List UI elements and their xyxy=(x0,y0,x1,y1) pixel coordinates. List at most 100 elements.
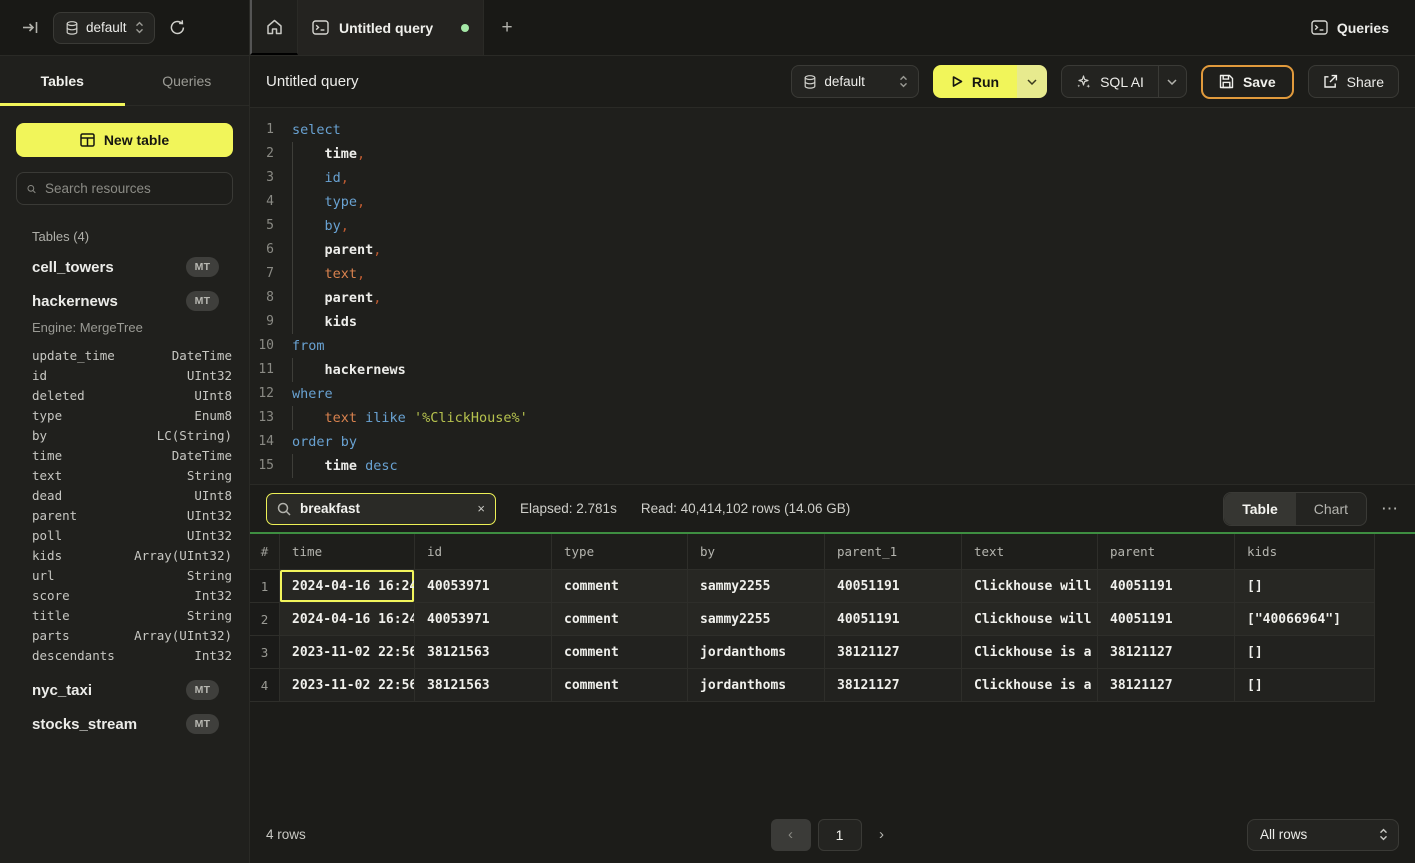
column-type: DateTime xyxy=(172,448,232,463)
table-cell[interactable]: Clickhouse is a … xyxy=(962,669,1098,702)
column-header-text: text xyxy=(962,534,1098,570)
topbar-left: default xyxy=(0,0,250,55)
next-page-button[interactable]: › xyxy=(869,819,895,851)
view-toggle-chart[interactable]: Chart xyxy=(1296,493,1366,525)
run-button[interactable]: Run xyxy=(933,65,1017,98)
table-cell[interactable]: [] xyxy=(1235,636,1375,669)
line-number: 12 xyxy=(250,382,292,406)
code-token: , xyxy=(357,190,365,214)
table-cell[interactable]: 2024-04-16 16:24… xyxy=(280,603,415,636)
pagination: ‹ 1 › xyxy=(771,819,895,851)
previous-page-button[interactable]: ‹ xyxy=(771,819,811,851)
table-cell[interactable]: 38121127 xyxy=(825,669,962,702)
column-type: String xyxy=(187,608,232,623)
sql-ai-button[interactable]: SQL AI xyxy=(1062,66,1158,97)
table-cell[interactable]: 38121563 xyxy=(415,669,552,702)
table-cell[interactable]: 40051191 xyxy=(825,603,962,636)
column-name: text xyxy=(32,468,187,483)
code-token: hackernews xyxy=(325,358,406,382)
table-cell[interactable]: 38121127 xyxy=(1098,636,1235,669)
column-name: dead xyxy=(32,488,194,503)
table-cell[interactable]: 2024-04-16 16:24… xyxy=(280,570,415,603)
table-cell[interactable]: sammy2255 xyxy=(688,570,825,603)
search-icon xyxy=(277,502,291,516)
sql-ai-options-button[interactable] xyxy=(1158,66,1186,97)
table-cell[interactable]: 40051191 xyxy=(1098,570,1235,603)
results-search-input[interactable] xyxy=(300,501,468,516)
table-cell[interactable]: jordanthoms xyxy=(688,669,825,702)
page-size-select[interactable]: All rows xyxy=(1247,819,1399,851)
tab-untitled-query[interactable]: Untitled query xyxy=(298,0,484,55)
code-token xyxy=(292,190,325,214)
column-row: parentUInt32 xyxy=(0,505,249,525)
column-row: timeDateTime xyxy=(0,445,249,465)
line-number: 14 xyxy=(250,430,292,454)
table-cell[interactable]: Clickhouse will … xyxy=(962,570,1098,603)
table-cell[interactable]: 40053971 xyxy=(415,570,552,603)
code-token xyxy=(406,406,414,430)
new-table-button[interactable]: New table xyxy=(16,123,233,157)
share-button[interactable]: Share xyxy=(1308,65,1399,98)
sidebar-item-nyc-taxi[interactable]: nyc_taxi MT xyxy=(0,673,249,707)
code-token: , xyxy=(373,238,381,262)
table-cell[interactable]: comment xyxy=(552,603,688,636)
sidebar-tab-tables[interactable]: Tables xyxy=(0,56,125,105)
home-icon xyxy=(266,19,283,35)
home-tab[interactable] xyxy=(250,0,298,55)
column-type: UInt32 xyxy=(187,508,232,523)
table-cell[interactable]: 2023-11-02 22:56… xyxy=(280,669,415,702)
run-options-button[interactable] xyxy=(1017,65,1047,98)
chevron-down-icon xyxy=(1167,79,1177,85)
table-cell[interactable]: Clickhouse is a … xyxy=(962,636,1098,669)
table-cell[interactable]: sammy2255 xyxy=(688,603,825,636)
code-token: ilike xyxy=(365,406,406,430)
code-line: 9kids xyxy=(250,310,1415,334)
search-icon xyxy=(27,182,36,196)
tables-section-label: Tables (4) xyxy=(32,229,249,244)
share-label: Share xyxy=(1347,74,1384,90)
table-cell[interactable]: jordanthoms xyxy=(688,636,825,669)
code-token: text xyxy=(325,406,358,430)
table-cell[interactable]: [] xyxy=(1235,669,1375,702)
collapse-sidebar-button[interactable] xyxy=(22,21,39,34)
table-cell[interactable]: 40051191 xyxy=(1098,603,1235,636)
sql-editor[interactable]: 1select2time,3id,4type,5by,6parent,7text… xyxy=(250,108,1415,484)
query-database-selector[interactable]: default xyxy=(791,65,919,98)
sidebar-search-input[interactable] xyxy=(45,181,222,196)
table-cell[interactable]: [] xyxy=(1235,570,1375,603)
table-cell[interactable]: 38121563 xyxy=(415,636,552,669)
topbar-right: Queries xyxy=(1311,0,1415,55)
queries-button[interactable]: Queries xyxy=(1311,20,1389,36)
table-cell[interactable]: comment xyxy=(552,636,688,669)
table-cell[interactable]: 40053971 xyxy=(415,603,552,636)
sidebar-item-cell-towers[interactable]: cell_towers MT xyxy=(0,250,249,284)
more-options-button[interactable]: ⋯ xyxy=(1381,499,1399,519)
sidebar-tab-queries[interactable]: Queries xyxy=(125,56,250,105)
table-cell[interactable]: 38121127 xyxy=(825,636,962,669)
table-cell[interactable]: comment xyxy=(552,669,688,702)
row-number: 2 xyxy=(250,603,280,636)
table-cell[interactable]: Clickhouse will … xyxy=(962,603,1098,636)
sidebar-item-stocks-stream[interactable]: stocks_stream MT xyxy=(0,707,249,741)
table-cell[interactable]: 38121127 xyxy=(1098,669,1235,702)
table-cell[interactable]: 40051191 xyxy=(825,570,962,603)
refresh-button[interactable] xyxy=(169,19,186,36)
code-token: '%ClickHouse%' xyxy=(414,406,528,430)
sidebar-item-hackernews[interactable]: hackernews MT xyxy=(0,284,249,318)
clear-search-button[interactable]: × xyxy=(477,502,485,515)
current-page-button[interactable]: 1 xyxy=(818,819,862,851)
code-token: from xyxy=(292,334,325,358)
results-toolbar: × Elapsed: 2.781s Read: 40,414,102 rows … xyxy=(250,484,1415,532)
table-cell[interactable]: comment xyxy=(552,570,688,603)
table-cell[interactable]: ["40066964"] xyxy=(1235,603,1375,636)
save-button[interactable]: Save xyxy=(1201,65,1294,99)
table-name: stocks_stream xyxy=(32,716,186,733)
table-cell[interactable]: 2023-11-02 22:56… xyxy=(280,636,415,669)
new-tab-button[interactable]: + xyxy=(484,0,530,55)
code-token xyxy=(292,262,325,286)
topbar-database-selector[interactable]: default xyxy=(53,12,155,44)
view-toggle-table[interactable]: Table xyxy=(1224,493,1296,525)
queries-icon xyxy=(1311,20,1328,35)
column-header-parent-1: parent_1 xyxy=(825,534,962,570)
code-token: text xyxy=(325,262,358,286)
